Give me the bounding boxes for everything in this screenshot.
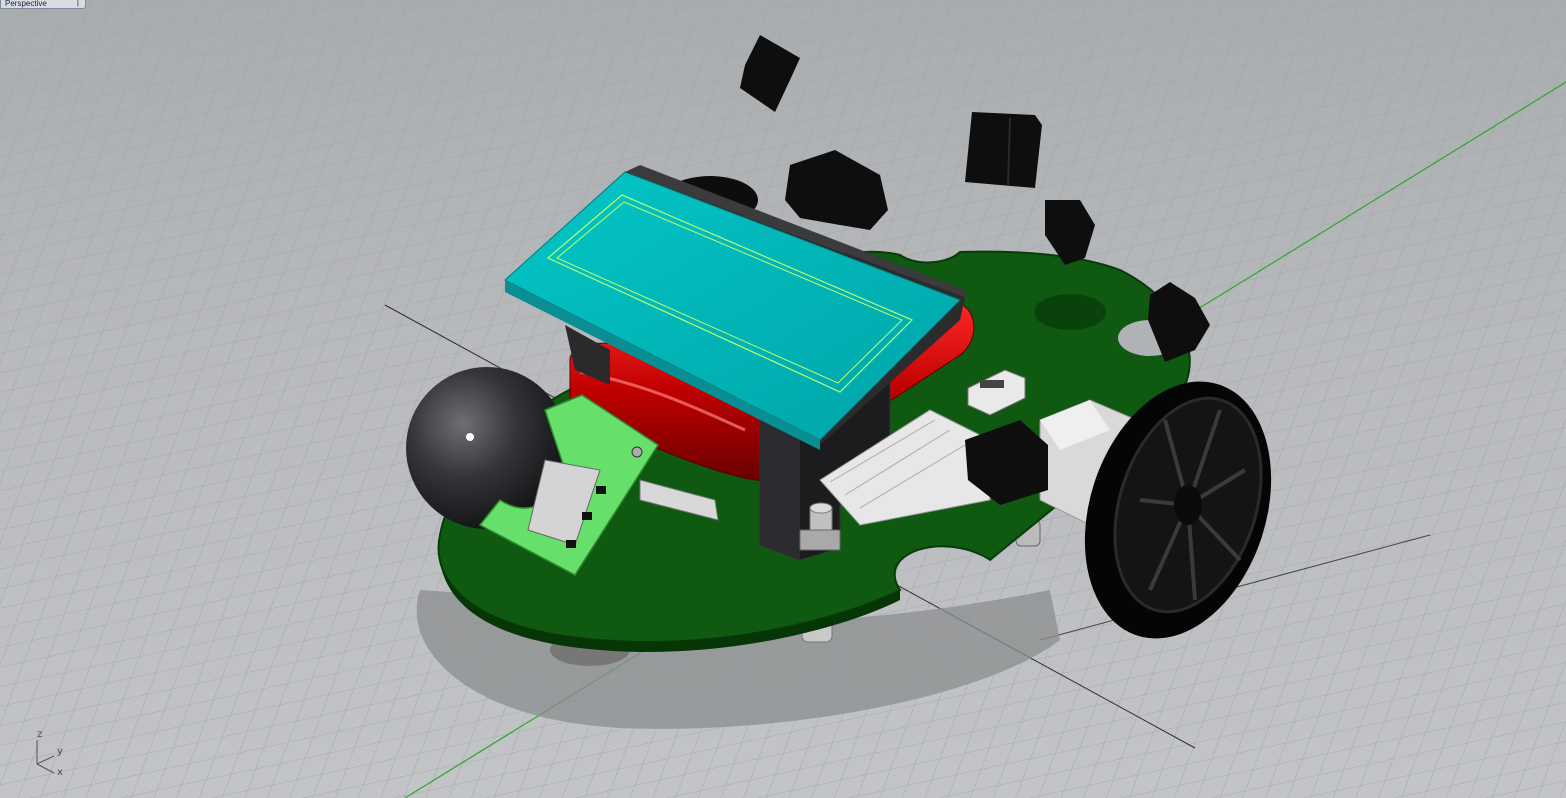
- axis-label-z: z: [37, 729, 43, 740]
- robot-model-icon[interactable]: [0, 0, 1566, 798]
- axis-gizmo-icon: z y x: [30, 728, 80, 778]
- viewport-title-tab[interactable]: Perspective |: [0, 0, 86, 9]
- perspective-viewport[interactable]: Perspective | z y x: [0, 0, 1566, 798]
- axis-label-x: x: [57, 767, 63, 778]
- viewport-title: Perspective: [5, 0, 47, 8]
- caster-ball-highlight: [466, 433, 474, 441]
- pcb-shadow-spot: [1034, 294, 1106, 330]
- axis-label-y: y: [57, 746, 63, 757]
- lcd-support-leg: [760, 420, 800, 560]
- viewport-menu-caret[interactable]: |: [77, 0, 79, 7]
- floating-part-3: [965, 112, 1042, 188]
